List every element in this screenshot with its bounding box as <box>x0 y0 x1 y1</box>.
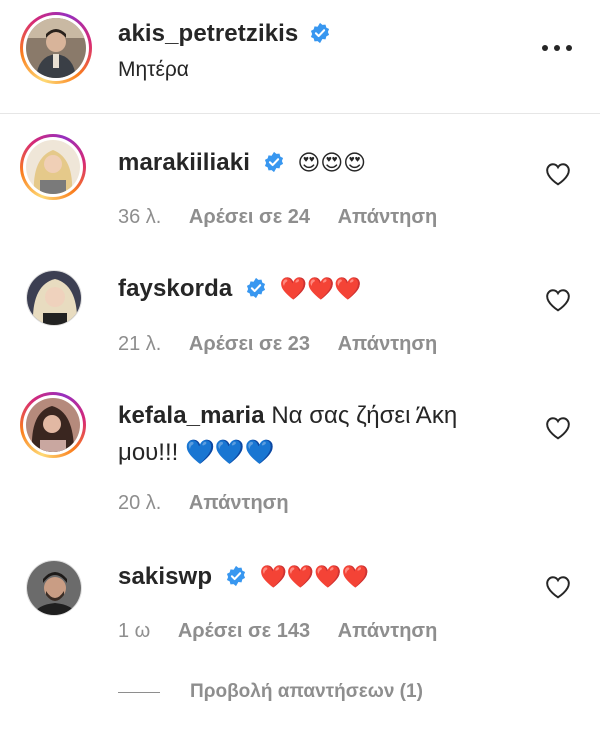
comment-text-block: kefala_maria Να σας ζήσει Άκη μου!!! 💙💙💙 <box>118 397 518 471</box>
heart-outline-icon[interactable] <box>545 416 571 440</box>
comment-time: 21 λ. <box>118 333 162 355</box>
reply-button[interactable]: Απάντηση <box>338 620 438 642</box>
avatar <box>26 18 86 78</box>
verified-badge-icon <box>310 22 329 44</box>
post-username[interactable]: akis_petretzikis <box>118 20 298 47</box>
divider <box>118 691 160 693</box>
avatar <box>26 140 80 194</box>
heart-outline-icon[interactable] <box>545 575 571 599</box>
heart-outline-icon[interactable] <box>545 288 571 312</box>
verified-badge-icon <box>264 151 283 173</box>
comment-time: 20 λ. <box>118 492 162 514</box>
comment-time: 1 ω <box>118 620 151 642</box>
comment-username[interactable]: kefala_maria <box>118 402 265 429</box>
verified-badge-icon <box>246 277 266 299</box>
comment-text-block: marakiiliaki 😍😍😍 <box>118 144 518 182</box>
comment-meta: 21 λ. Αρέσει σε 23 Απάντηση <box>118 333 459 356</box>
post-caption: Μητέρα <box>118 58 189 81</box>
comment-meta: 1 ω Αρέσει σε 143 Απάντηση <box>118 620 459 643</box>
more-options-icon[interactable] <box>542 40 572 56</box>
avatar[interactable] <box>26 270 82 326</box>
comment-item: kefala_maria Να σας ζήσει Άκη μου!!! 💙💙💙… <box>0 380 600 530</box>
comment-likes[interactable]: Αρέσει σε 143 <box>178 620 310 642</box>
comment-username[interactable]: marakiiliaki <box>118 149 250 176</box>
comment-likes[interactable]: Αρέσει σε 23 <box>189 333 310 355</box>
comment-text-block: fayskorda ❤️❤️❤️ <box>118 270 518 308</box>
view-replies-button[interactable]: Προβολή απαντήσεων (1) <box>118 680 423 704</box>
comment-text-block: sakiswp ❤️❤️❤️❤️ <box>118 558 518 596</box>
comment-text: ❤️❤️❤️❤️ <box>259 565 370 590</box>
comment-text: ❤️❤️❤️ <box>279 277 362 302</box>
reply-button[interactable]: Απάντηση <box>189 492 289 514</box>
comment-item: marakiiliaki 😍😍😍 36 λ. Αρέσει σε 24 Απάν… <box>0 120 600 240</box>
reply-button[interactable]: Απάντηση <box>338 333 438 355</box>
post-header: akis_petretzikis Μητέρα <box>0 0 600 114</box>
comment-likes[interactable]: Αρέσει σε 24 <box>189 206 310 228</box>
comment-item: sakiswp ❤️❤️❤️❤️ 1 ω Αρέσει σε 143 Απάντ… <box>0 540 600 660</box>
reply-button[interactable]: Απάντηση <box>338 206 438 228</box>
story-ring[interactable] <box>20 134 86 200</box>
comment-meta: 20 λ. Απάντηση <box>118 492 311 515</box>
verified-badge-icon <box>226 565 245 587</box>
comment-item: fayskorda ❤️❤️❤️ 21 λ. Αρέσει σε 23 Απάν… <box>0 250 600 370</box>
story-ring[interactable] <box>20 12 92 84</box>
avatar <box>26 398 80 452</box>
avatar[interactable] <box>26 560 82 616</box>
view-replies-label: Προβολή απαντήσεων (1) <box>190 681 423 702</box>
comment-time: 36 λ. <box>118 206 162 228</box>
comment-username[interactable]: sakiswp <box>118 563 212 590</box>
heart-outline-icon[interactable] <box>545 162 571 186</box>
comment-text: 😍😍😍 <box>297 151 367 176</box>
comment-username[interactable]: fayskorda <box>118 275 232 302</box>
story-ring[interactable] <box>20 392 86 458</box>
comment-meta: 36 λ. Αρέσει σε 24 Απάντηση <box>118 206 459 229</box>
